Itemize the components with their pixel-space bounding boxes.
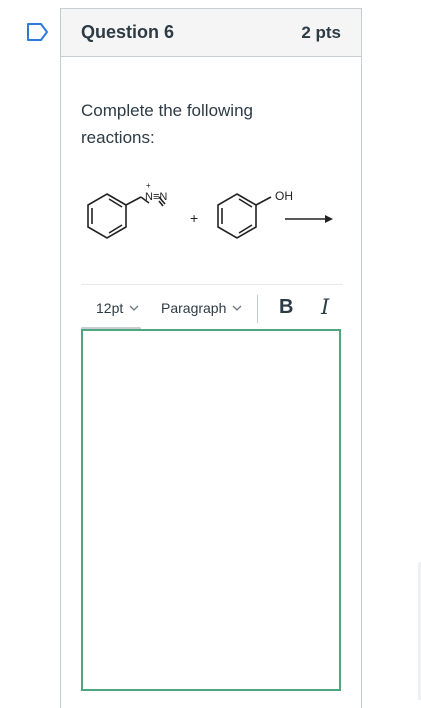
reaction-scheme: N≡N + + OH [87,181,333,239]
toolbar-divider [257,295,258,323]
font-size-value: 12pt [96,300,124,316]
chevron-down-icon [129,305,139,311]
block-format-dropdown[interactable]: Paragraph [161,300,242,316]
question-card: Question 6 2 pts Complete the following … [60,8,362,708]
editor-toolbar: 12pt Paragraph B I [81,287,343,331]
answer-text-area[interactable] [81,329,341,691]
question-title: Question 6 [81,22,175,42]
question-header: Question 6 2 pts [61,9,361,57]
question-points: 2 pts [301,22,341,42]
arrow-right-icon [285,215,333,223]
flag-question-icon[interactable] [26,22,50,42]
diazonium-charge: + [146,181,151,190]
plus-sign: + [190,210,198,226]
question-prompt: Complete the following reactions: [81,101,253,147]
block-format-value: Paragraph [161,300,227,316]
font-size-dropdown[interactable]: 12pt [96,300,139,316]
italic-button[interactable]: I [321,295,329,319]
chevron-down-icon [232,305,242,311]
diazonium-label: N≡N [145,191,167,203]
hydroxyl-label: OH [275,189,293,203]
benzene-ring-right [217,193,272,239]
toolbar-separator [81,284,343,285]
bold-button[interactable]: B [279,296,293,319]
